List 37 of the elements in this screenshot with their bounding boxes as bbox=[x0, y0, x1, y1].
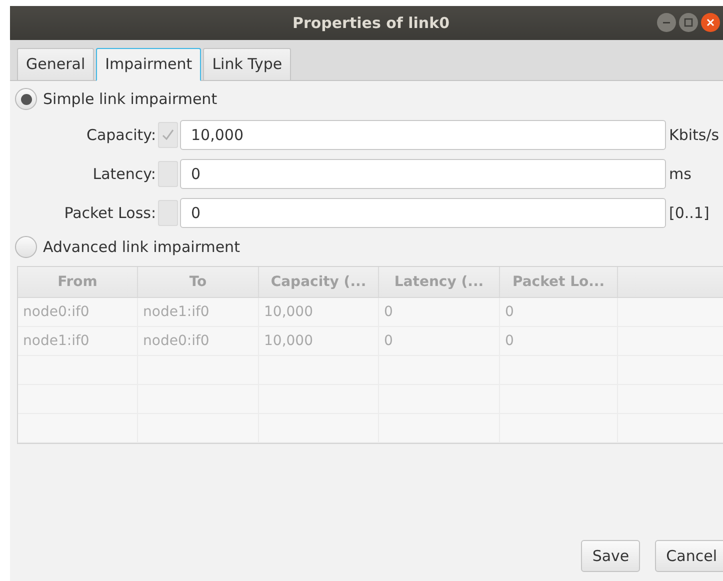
table-cell: 10,000 bbox=[259, 298, 379, 326]
maximize-icon bbox=[684, 18, 693, 27]
radio-label: Simple link impairment bbox=[43, 88, 218, 110]
table-cell: 0 bbox=[500, 298, 618, 326]
checkmark-icon bbox=[161, 128, 175, 142]
close-button[interactable] bbox=[701, 13, 720, 32]
table-cell: 10,000 bbox=[259, 327, 379, 355]
window-title: Properties of link0 bbox=[292, 12, 450, 34]
unit-label: Kbits/s bbox=[669, 124, 720, 146]
table-cell: node0:if0 bbox=[138, 327, 259, 355]
field-label: Packet Loss: bbox=[63, 202, 157, 224]
table-cell: node1:if0 bbox=[18, 327, 138, 355]
radio-label: Advanced link impairment bbox=[43, 236, 240, 258]
dialog-button[interactable]: Cancel bbox=[655, 540, 723, 572]
radio-button[interactable] bbox=[15, 236, 37, 258]
input-field[interactable]: 10,000 bbox=[180, 120, 666, 150]
tab[interactable]: Impairment bbox=[96, 48, 202, 81]
dialog-button[interactable]: Save bbox=[581, 540, 640, 572]
field-label: Latency: bbox=[92, 164, 157, 185]
unit-label: ms bbox=[669, 164, 692, 185]
input-field[interactable]: 0 bbox=[180, 159, 666, 189]
input-field[interactable]: 0 bbox=[180, 198, 666, 228]
close-icon bbox=[706, 18, 715, 27]
table-cell: 0 bbox=[379, 298, 500, 326]
checkbox[interactable] bbox=[158, 161, 178, 187]
table-cell: node0:if0 bbox=[18, 298, 138, 326]
minimize-button[interactable] bbox=[657, 13, 676, 32]
table-cell: 0 bbox=[379, 327, 500, 355]
tab[interactable]: General bbox=[17, 48, 94, 81]
checkbox[interactable] bbox=[158, 200, 178, 226]
table-cell: 0 bbox=[500, 327, 618, 355]
field-label: Capacity: bbox=[85, 124, 157, 146]
unit-label: [0..1] bbox=[669, 202, 710, 224]
radio-button[interactable] bbox=[15, 88, 37, 110]
table-cell: node1:if0 bbox=[138, 298, 259, 326]
tab[interactable]: Link Type bbox=[203, 48, 292, 81]
checkbox[interactable] bbox=[158, 122, 178, 148]
